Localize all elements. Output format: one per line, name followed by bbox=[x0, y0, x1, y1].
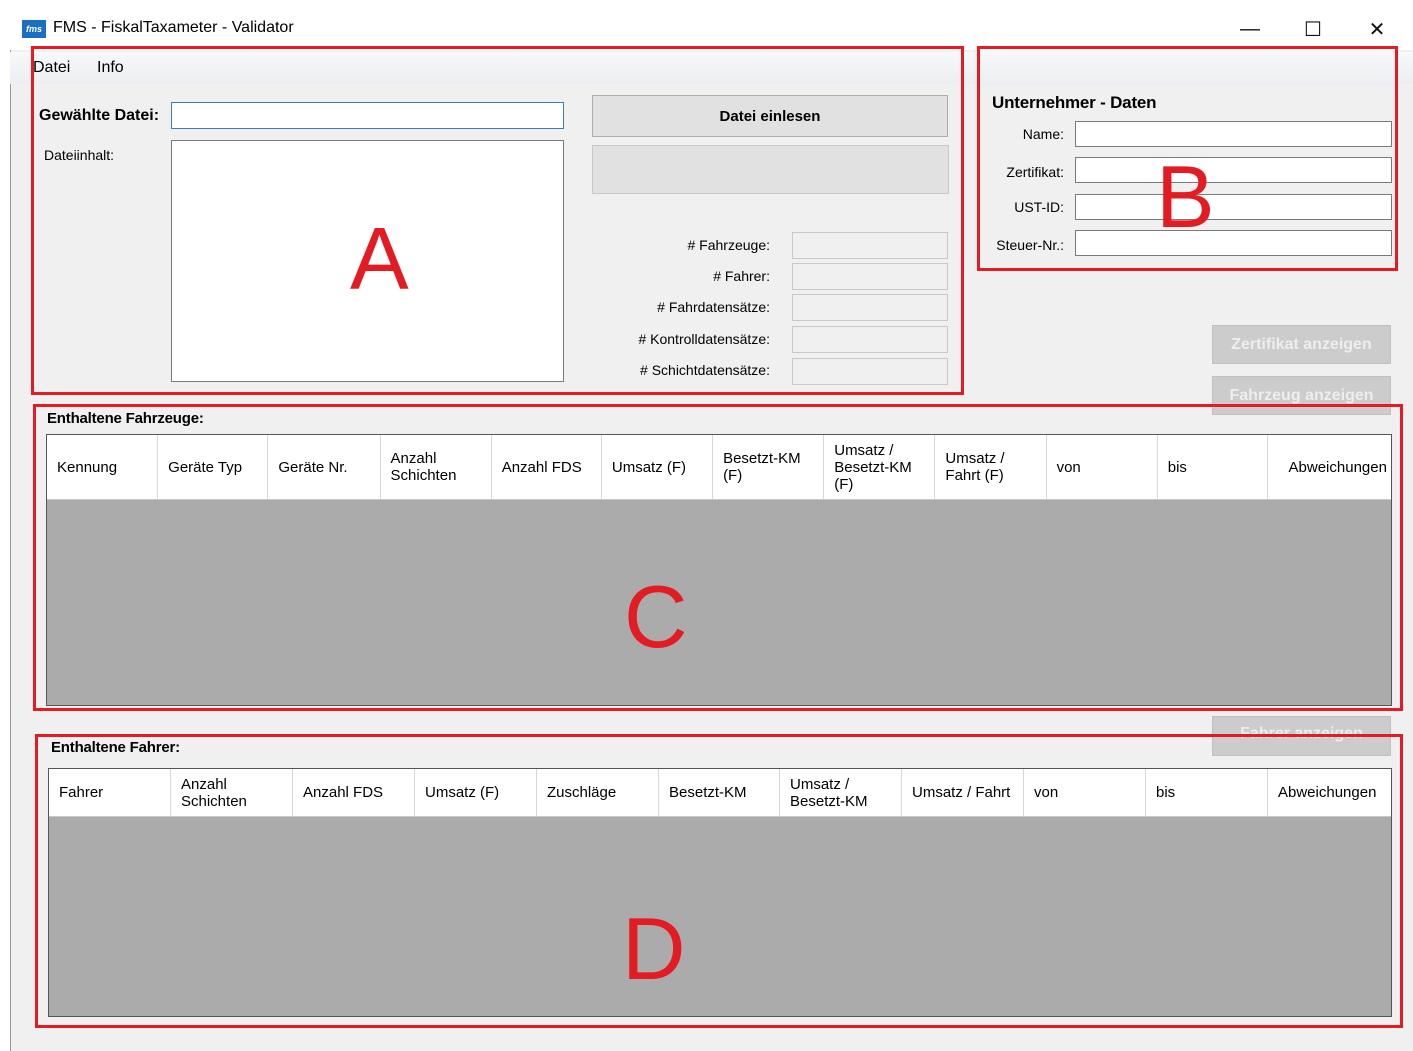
annotation-letter-b: B bbox=[1156, 147, 1215, 246]
annotation-box-d bbox=[35, 734, 1403, 1028]
maximize-icon: ☐ bbox=[1304, 18, 1322, 41]
annotation-box-a bbox=[31, 46, 964, 395]
show-certificate-button[interactable]: Zertifikat anzeigen bbox=[1212, 325, 1391, 364]
maximize-button[interactable]: ☐ bbox=[1284, 8, 1342, 50]
minimize-icon: — bbox=[1240, 17, 1260, 40]
annotation-box-c bbox=[33, 404, 1403, 711]
close-icon: ✕ bbox=[1368, 18, 1386, 41]
annotation-letter-c: C bbox=[624, 567, 688, 666]
show-vehicle-label: Fahrzeug anzeigen bbox=[1229, 387, 1374, 404]
app-logo-icon: fms bbox=[22, 20, 46, 38]
annotation-letter-a: A bbox=[350, 209, 409, 308]
minimize-button[interactable]: — bbox=[1221, 8, 1279, 50]
window-title: FMS - FiskalTaxameter - Validator bbox=[53, 19, 294, 36]
show-certificate-label: Zertifikat anzeigen bbox=[1231, 335, 1372, 353]
close-button[interactable]: ✕ bbox=[1348, 8, 1406, 50]
annotation-letter-d: D bbox=[622, 899, 686, 998]
